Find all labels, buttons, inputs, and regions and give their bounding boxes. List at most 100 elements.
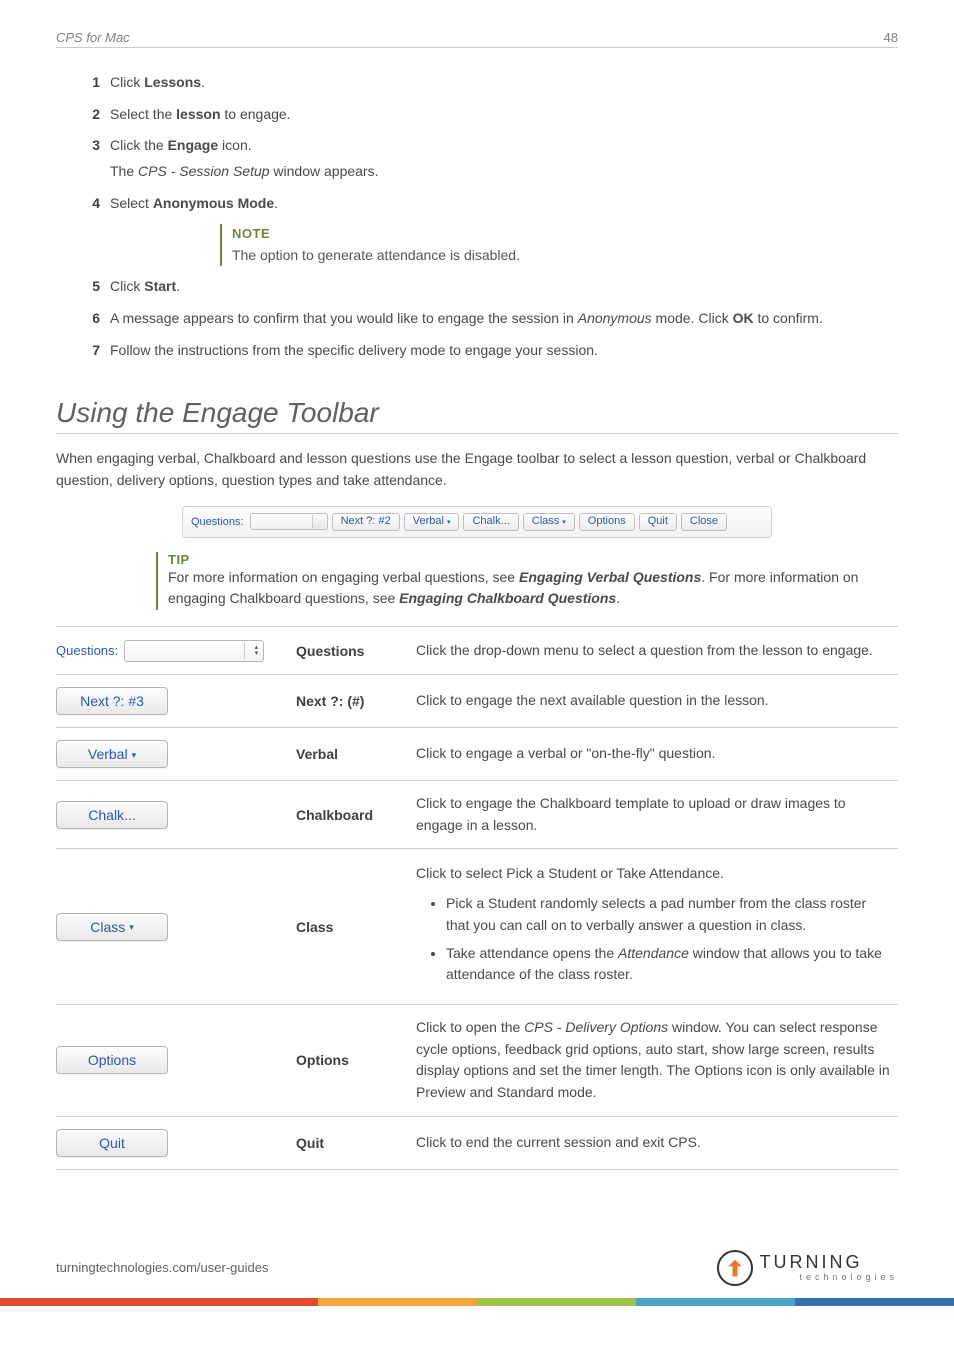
logo-badge-icon (717, 1250, 753, 1286)
table-row: QuitQuitClick to end the current session… (56, 1116, 898, 1169)
step-number: 4 (80, 193, 100, 215)
toolbar-questions-dropdown[interactable] (250, 513, 328, 530)
options-button[interactable]: Options (56, 1046, 168, 1074)
list-item: Take attendance opens the Attendance win… (446, 943, 890, 986)
step-body: Click the Engage icon. (110, 137, 252, 153)
toolbar-chalk-button[interactable]: Chalk... (463, 513, 518, 531)
page-number: 48 (884, 30, 898, 45)
step-item: 7 Follow the instructions from the specif… (80, 340, 898, 362)
list-item: Pick a Student randomly selects a pad nu… (446, 893, 890, 936)
footer-color-bar (0, 1298, 954, 1306)
reference-description: Click to engage the Chalkboard template … (416, 781, 898, 849)
note-title: NOTE (232, 224, 840, 244)
step-item: 6 A message appears to confirm that you w… (80, 308, 898, 330)
questions-dropdown[interactable]: Questions: (56, 639, 264, 662)
toolbar-quit-button[interactable]: Quit (639, 513, 677, 531)
note-body: The option to generate attendance is dis… (232, 245, 840, 267)
toolbar-questions-label: Questions: (191, 516, 244, 528)
page-header: CPS for Mac 48 (56, 30, 898, 48)
table-row: Class▾ClassClick to select Pick a Studen… (56, 849, 898, 1004)
updown-arrows-icon (255, 645, 259, 657)
dropdown-field[interactable] (124, 640, 264, 662)
reference-image-cell: Class ▾ (56, 849, 296, 1004)
toolbar-reference-table: Questions:QuestionsClick the drop-down m… (56, 626, 898, 1170)
step-number: 5 (80, 276, 100, 298)
logo-text-top: TURNING (759, 1253, 898, 1271)
button-label: Chalk... (88, 807, 135, 823)
chevron-down-icon: ▾ (132, 750, 137, 761)
button-label: Quit (99, 1135, 125, 1151)
footer-url: turningtechnologies.com/user-guides (56, 1260, 268, 1275)
updown-arrows-icon (320, 516, 324, 528)
toolbar-verbal-label: Verbal (413, 515, 444, 528)
step-body: A message appears to confirm that you wo… (110, 310, 823, 326)
quit-button[interactable]: Quit (56, 1129, 168, 1157)
reference-name: Next ?: (#) (296, 675, 416, 728)
step-number: 2 (80, 104, 100, 126)
reference-name: Questions (296, 627, 416, 675)
step-item: 1Click Lessons. (80, 72, 898, 94)
toolbar-next-button[interactable]: Next ?: #2 (332, 513, 400, 531)
dropdown-label: Questions: (56, 643, 118, 658)
class-button[interactable]: Class ▾ (56, 913, 168, 941)
chevron-down-icon: ▾ (129, 922, 134, 933)
step-subtext: The CPS - Session Setup window appears. (110, 161, 898, 183)
logo-text-bottom: technologies (799, 1273, 898, 1282)
step-number: 6 (80, 308, 100, 330)
step-item: 5 Click Start. (80, 276, 898, 298)
description-bullets: Pick a Student randomly selects a pad nu… (446, 893, 890, 986)
step-body: Select the lesson to engage. (110, 106, 291, 122)
step-number: 7 (80, 340, 100, 362)
reference-name: Verbal (296, 728, 416, 781)
reference-name: Options (296, 1004, 416, 1116)
note-wrapper: NOTEThe option to generate attendance is… (80, 224, 898, 266)
tip-body: For more information on engaging verbal … (168, 567, 896, 610)
table-row: Verbal▾ VerbalClick to engage a verbal or… (56, 728, 898, 781)
section-title: Using the Engage Toolbar (56, 397, 898, 434)
reference-description: Click to select Pick a Student or Take A… (416, 849, 898, 1004)
reference-image-cell: Options (56, 1004, 296, 1116)
chevron-down-icon: ▾ (562, 516, 566, 529)
page-footer: turningtechnologies.com/user-guides TURN… (0, 1250, 954, 1286)
step-body: Click Start. (110, 278, 180, 294)
table-row: Chalk... ChalkboardClick to engage the Ch… (56, 781, 898, 849)
step-item: 4 Select Anonymous Mode. (80, 193, 898, 215)
reference-name: Chalkboard (296, 781, 416, 849)
reference-name: Class (296, 849, 416, 1004)
tip-title: TIP (168, 552, 896, 567)
toolbar-options-button[interactable]: Options (579, 513, 635, 531)
chalkboard-button[interactable]: Chalk... (56, 801, 168, 829)
step-number: 1 (80, 72, 100, 94)
toolbar-class-label: Class (532, 515, 560, 528)
reference-image-cell: Quit (56, 1116, 296, 1169)
reference-description: Click to engage a verbal or "on-the-fly"… (416, 728, 898, 781)
company-logo: TURNING technologies (717, 1250, 898, 1286)
instruction-steps: 1Click Lessons. 2 Select the lesson to eng… (56, 72, 898, 361)
step-body: Follow the instructions from the specifi… (110, 342, 598, 358)
product-name: CPS for Mac (56, 30, 130, 45)
table-row: Questions:QuestionsClick the drop-down m… (56, 627, 898, 675)
note-callout: NOTEThe option to generate attendance is… (220, 224, 840, 266)
step-body: Select Anonymous Mode. (110, 195, 278, 211)
next--button[interactable]: Next ?: #3 (56, 687, 168, 715)
button-label: Class (90, 919, 125, 935)
reference-description: Click to end the current session and exi… (416, 1116, 898, 1169)
chevron-down-icon: ▾ (447, 516, 451, 529)
button-label: Next ?: #3 (80, 693, 144, 709)
reference-description: Click to engage the next available quest… (416, 675, 898, 728)
reference-image-cell: Next ?: #3 (56, 675, 296, 728)
toolbar-close-button[interactable]: Close (681, 513, 727, 531)
verbal-button[interactable]: Verbal▾ (56, 740, 168, 768)
toolbar-verbal-button[interactable]: Verbal ▾ (404, 513, 460, 531)
toolbar-class-button[interactable]: Class ▾ (523, 513, 575, 531)
button-label: Options (88, 1052, 136, 1068)
table-row: OptionsOptionsClick to open the CPS - De… (56, 1004, 898, 1116)
reference-image-cell: Questions: (56, 627, 296, 675)
step-number: 3 (80, 135, 100, 157)
step-item: 3 Click the Engage icon. The CPS - Session… (80, 135, 898, 182)
engage-toolbar: Questions: Next ?: #2 Verbal ▾ Chalk... … (182, 506, 772, 538)
section-intro: When engaging verbal, Chalkboard and les… (56, 448, 898, 491)
reference-description: Click to open the CPS - Delivery Options… (416, 1004, 898, 1116)
step-item: 2 Select the lesson to engage. (80, 104, 898, 126)
reference-image-cell: Verbal▾ (56, 728, 296, 781)
